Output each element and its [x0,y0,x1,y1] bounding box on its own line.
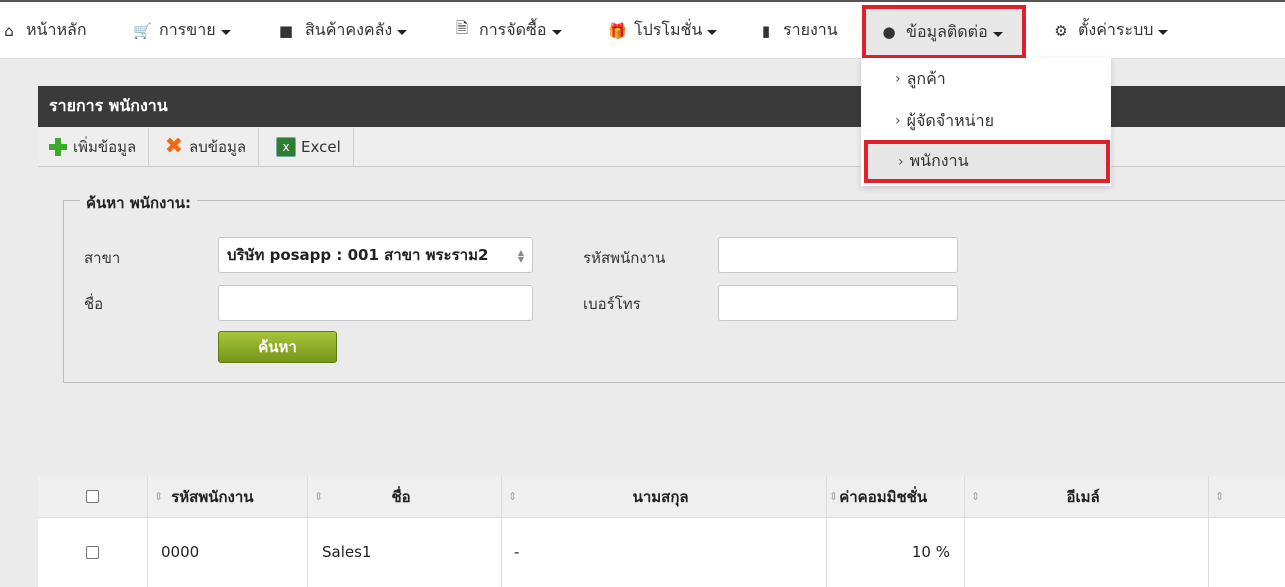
sort-icon: ⇕ [971,490,981,503]
name-label: ชื่อ [84,295,104,313]
cubes-icon: ■ [278,21,294,40]
nav-reports[interactable]: ▮ รายงาน [757,2,838,59]
caret-down-icon [707,30,718,35]
nav-sales-label: การขาย [159,20,216,39]
chevron-right-icon: › [895,113,901,129]
header-name-label: ชื่อ [391,487,411,506]
menu-item-employees-label: พนักงาน [909,151,969,170]
select-all-checkbox[interactable] [86,490,99,503]
menu-item-suppliers[interactable]: › ผู้จัดจำหน่าย [861,100,1111,142]
employee-table: ⇕ รหัสพนักงาน ⇕ ชื่อ ⇕ นามสกุล ⇕ ค่าคอมม… [38,476,1285,587]
gear-icon: ⚙ [1054,21,1068,40]
sort-icon: ⇕ [508,490,518,503]
caret-down-icon [1158,30,1169,35]
branch-select[interactable]: บริษัท posapp : 001 สาขา พระราม2 ▲ ▼ [218,237,533,273]
excel-icon: x [276,137,296,157]
chevron-right-icon: › [895,71,901,87]
cell-extra [1209,517,1285,587]
document-icon: 🗎 [455,19,469,37]
header-commission[interactable]: ⇕ ค่าคอมมิชชั่น [827,476,965,517]
nav-settings[interactable]: ⚙ ตั้งค่าระบบ [1052,2,1169,59]
nav-promotion-label: โปรโมชั่น [634,20,703,39]
cell-surname: - [502,517,827,587]
caret-down-icon [397,30,408,35]
header-name[interactable]: ⇕ ชื่อ [308,476,502,517]
excel-button-label: Excel [301,138,341,156]
header-commission-label: ค่าคอมมิชชั่น [839,487,928,506]
nav-promotion[interactable]: 🎁 โปรโมชั่น [608,2,718,59]
nav-purchasing-label: การจัดซื้อ [479,20,547,39]
nav-contacts-label: ข้อมูลติดต่อ [906,21,988,41]
sort-icon: ⇕ [314,490,324,503]
sort-icon: ⇕ [829,490,839,503]
panel-title-text: รายการ พนักงาน [49,96,168,115]
caret-down-icon [551,30,562,35]
add-button-label: เพิ่มข้อมูล [73,138,137,156]
nav-inventory-label: สินค้าคงคลัง [305,20,393,39]
header-surname[interactable]: ⇕ นามสกุล [502,476,827,517]
table-header: ⇕ รหัสพนักงาน ⇕ ชื่อ ⇕ นามสกุล ⇕ ค่าคอมม… [38,476,1285,518]
phone-input[interactable] [718,285,958,321]
select-arrows-icon: ▲ ▼ [517,248,524,264]
nav-home-label: หน้าหลัก [26,20,87,39]
branch-label: สาขา [84,249,121,267]
header-employee-code-label: รหัสพนักงาน [171,487,254,506]
cart-icon: 🛒 [133,21,152,40]
delete-x-icon: ✖ [164,134,184,159]
add-button[interactable]: เพิ่มข้อมูล [38,128,150,166]
caret-down-icon [220,30,231,35]
cell-email [965,517,1209,587]
bar-chart-icon: ▮ [761,21,771,40]
sort-icon: ⇕ [154,490,164,503]
menu-item-employees[interactable]: › พนักงาน [864,140,1110,183]
caret-down-icon [992,31,1003,37]
excel-button[interactable]: x Excel [266,128,354,166]
contacts-dropdown-menu: › ลูกค้า › ผู้จัดจำหน่าย › พนักงาน [861,58,1111,186]
header-select-all[interactable] [38,476,148,517]
top-navbar: ⌂ หน้าหลัก 🛒 การขาย ■ สินค้าคงคลัง 🗎 การ… [0,0,1285,59]
header-employee-code[interactable]: ⇕ รหัสพนักงาน [148,476,308,517]
cell-commission: 10 % [827,517,965,587]
header-email-label: อีเมล์ [1066,487,1100,506]
menu-item-customers[interactable]: › ลูกค้า [861,58,1111,100]
nav-settings-label: ตั้งค่าระบบ [1078,20,1154,39]
row-select-cell[interactable] [38,517,148,587]
phone-label: เบอร์โทร [583,295,641,313]
delete-button-label: ลบข้อมูล [189,138,247,156]
cell-employee-code: 0000 [148,517,308,587]
plus-icon [48,137,68,157]
users-icon: ● [882,23,896,41]
nav-inventory[interactable]: ■ สินค้าคงคลัง [275,2,408,59]
row-checkbox[interactable] [86,545,99,559]
search-legend: ค้นหา พนักงาน: [80,191,198,215]
menu-item-customers-label: ลูกค้า [906,68,946,88]
header-email[interactable]: ⇕ อีเมล์ [965,476,1209,517]
employee-code-input[interactable] [718,237,958,273]
nav-sales[interactable]: 🛒 การขาย [133,2,231,59]
nav-contacts[interactable]: ● ข้อมูลติดต่อ [862,5,1026,59]
sort-icon: ⇕ [1215,490,1225,503]
employee-code-label: รหัสพนักงาน [583,249,666,267]
branch-select-value: บริษัท posapp : 001 สาขา พระราม2 [227,246,489,264]
nav-reports-label: รายงาน [783,20,838,39]
name-input[interactable] [218,285,533,321]
cell-name: Sales1 [308,517,502,587]
nav-home[interactable]: ⌂ หน้าหลัก [0,2,87,59]
gift-icon: 🎁 [608,21,627,40]
header-surname-label: นามสกุล [632,487,689,506]
nav-purchasing[interactable]: 🗎 การจัดซื้อ [453,2,562,59]
home-icon: ⌂ [4,21,14,40]
search-button[interactable]: ค้นหา [218,331,337,363]
delete-button[interactable]: ✖ ลบข้อมูล [154,128,260,166]
chevron-right-icon: › [898,153,904,170]
menu-item-suppliers-label: ผู้จัดจำหน่าย [906,110,994,130]
header-extra[interactable]: ⇕ [1209,476,1285,517]
